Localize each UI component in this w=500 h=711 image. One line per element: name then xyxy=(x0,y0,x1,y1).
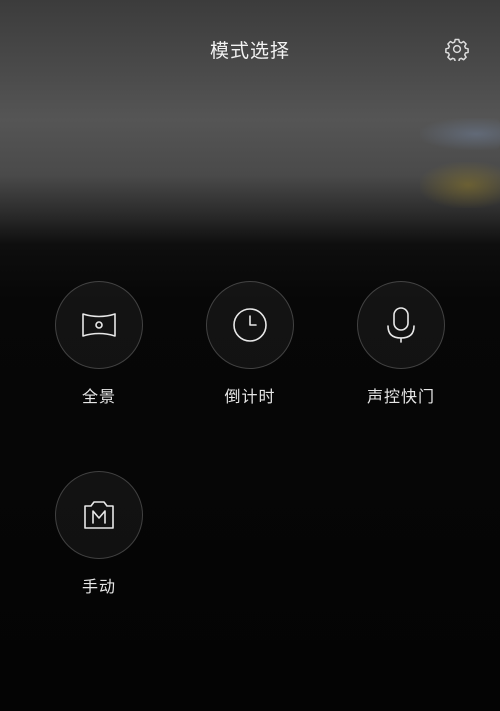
mode-label: 声控快门 xyxy=(366,387,435,406)
mode-manual[interactable]: 手动 xyxy=(39,471,159,597)
mode-countdown[interactable]: 倒计时 xyxy=(190,281,310,407)
panorama-icon xyxy=(82,313,116,337)
header: 模式选择 xyxy=(0,26,500,70)
page-title: 模式选择 xyxy=(209,40,290,62)
mode-label: 全景 xyxy=(81,387,116,406)
mode-voice-shutter[interactable]: 声控快门 xyxy=(341,281,461,407)
mode-panorama[interactable]: 全景 xyxy=(39,281,159,407)
mode-countdown-button[interactable] xyxy=(206,281,294,369)
mode-voice-shutter-button[interactable] xyxy=(357,281,445,369)
settings-button[interactable] xyxy=(443,35,471,63)
mode-manual-button[interactable] xyxy=(55,471,143,559)
mode-label: 倒计时 xyxy=(224,387,276,406)
microphone-icon xyxy=(387,307,415,343)
clock-icon xyxy=(233,308,267,342)
mode-label: 手动 xyxy=(81,577,116,596)
mode-panorama-button[interactable] xyxy=(55,281,143,369)
blurred-preview-highlight xyxy=(420,162,500,208)
blurred-preview-highlight xyxy=(420,118,500,150)
gear-icon xyxy=(445,38,469,61)
manual-camera-icon xyxy=(84,501,114,529)
